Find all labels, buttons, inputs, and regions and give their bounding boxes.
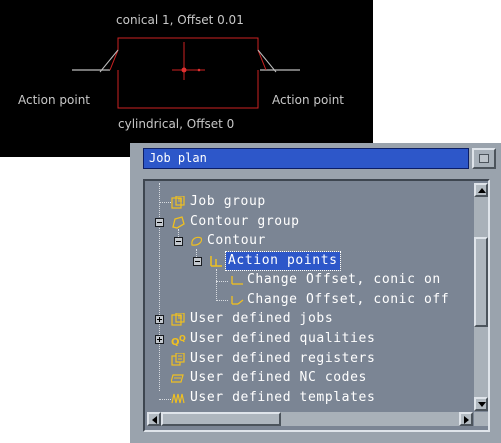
- cad-left-label: Action point: [18, 93, 90, 107]
- tree-item-job-group[interactable]: Job group: [147, 193, 467, 211]
- tree-panel: Job group Contour group Contour Action p…: [143, 179, 490, 432]
- scroll-right-button[interactable]: [459, 412, 473, 426]
- collapse-icon[interactable]: [155, 218, 164, 227]
- tree-item-label: User defined registers: [190, 351, 376, 366]
- user-jobs-icon: [171, 313, 185, 326]
- tree-item-contour-group[interactable]: Contour group: [147, 213, 467, 231]
- collapse-icon[interactable]: [193, 257, 202, 266]
- tree-item-label: User defined templates: [190, 390, 376, 405]
- tree-item-user-defined-registers[interactable]: User defined registers: [147, 350, 467, 368]
- cad-drawing: conical 1, Offset 0.01 cylindrical, Offs…: [18, 13, 344, 131]
- collapse-icon[interactable]: [174, 237, 183, 246]
- window-title: Job plan: [149, 151, 207, 165]
- arrow-down-icon: [478, 402, 486, 407]
- window-titlebar[interactable]: Job plan: [143, 148, 469, 169]
- expand-icon[interactable]: [155, 315, 164, 324]
- tree-item-user-defined-templates[interactable]: User defined templates: [147, 389, 467, 407]
- cad-top-label: conical 1, Offset 0.01: [116, 13, 244, 27]
- action-point-off-icon: [231, 296, 244, 305]
- scroll-up-button[interactable]: [474, 183, 488, 197]
- tree-item-action-points[interactable]: Action points: [147, 251, 467, 271]
- tree-item-label: Action points: [225, 251, 341, 271]
- tree-item-label: User defined jobs: [190, 311, 334, 326]
- action-point-on-icon: [231, 276, 243, 285]
- horizontal-scroll-thumb[interactable]: [161, 412, 281, 426]
- user-nc-codes-icon: [171, 374, 184, 383]
- tree-item-contour[interactable]: Contour: [147, 232, 467, 250]
- tree-item-change-offset-on[interactable]: Change Offset, conic on: [147, 271, 473, 289]
- user-templates-icon: [171, 393, 185, 404]
- user-registers-icon: [171, 353, 185, 366]
- tree-item-change-offset-off[interactable]: Change Offset, conic off: [147, 291, 473, 309]
- horizontal-scrollbar[interactable]: [147, 412, 473, 426]
- contour-group-icon: [172, 216, 185, 229]
- scroll-left-button[interactable]: [147, 412, 161, 426]
- user-qualities-icon: Q Q: [171, 334, 186, 346]
- cad-viewport[interactable]: conical 1, Offset 0.01 cylindrical, Offs…: [0, 0, 373, 157]
- arrow-left-icon: [152, 416, 157, 424]
- tree-item-label: Change Offset, conic on: [247, 272, 441, 287]
- vertical-scroll-thumb[interactable]: [474, 237, 488, 327]
- tree-item-label: User defined qualities: [190, 331, 376, 346]
- action-points-icon: [210, 256, 222, 267]
- job-plan-window: Job plan Job group Contour group Contour…: [130, 143, 501, 443]
- tree-item-label: Change Offset, conic off: [247, 292, 450, 307]
- scrollbar-corner: [474, 412, 488, 426]
- tree-item-label: Job group: [190, 194, 266, 209]
- cad-right-label: Action point: [272, 93, 344, 107]
- job-plan-tree[interactable]: Job group Contour group Contour Action p…: [147, 183, 473, 411]
- scroll-down-button[interactable]: [474, 397, 488, 411]
- window-maximize-button[interactable]: [472, 148, 496, 169]
- tree-item-label: Contour group: [190, 214, 300, 229]
- tree-item-user-defined-qualities[interactable]: Q Q User defined qualities: [147, 330, 467, 348]
- arrow-up-icon: [478, 188, 486, 193]
- job-group-icon: [171, 196, 185, 209]
- vertical-scrollbar[interactable]: [474, 183, 488, 411]
- expand-icon[interactable]: [155, 335, 164, 344]
- contour-icon: [191, 236, 203, 246]
- tree-item-user-defined-nc-codes[interactable]: User defined NC codes: [147, 369, 467, 387]
- svg-text:Q: Q: [179, 334, 186, 343]
- arrow-right-icon: [464, 416, 469, 424]
- cad-bottom-label: cylindrical, Offset 0: [118, 117, 234, 131]
- tree-item-label: Contour: [207, 233, 266, 248]
- tree-item-label: User defined NC codes: [190, 370, 367, 385]
- tree-item-user-defined-jobs[interactable]: User defined jobs: [147, 310, 467, 328]
- maximize-icon: [479, 154, 489, 163]
